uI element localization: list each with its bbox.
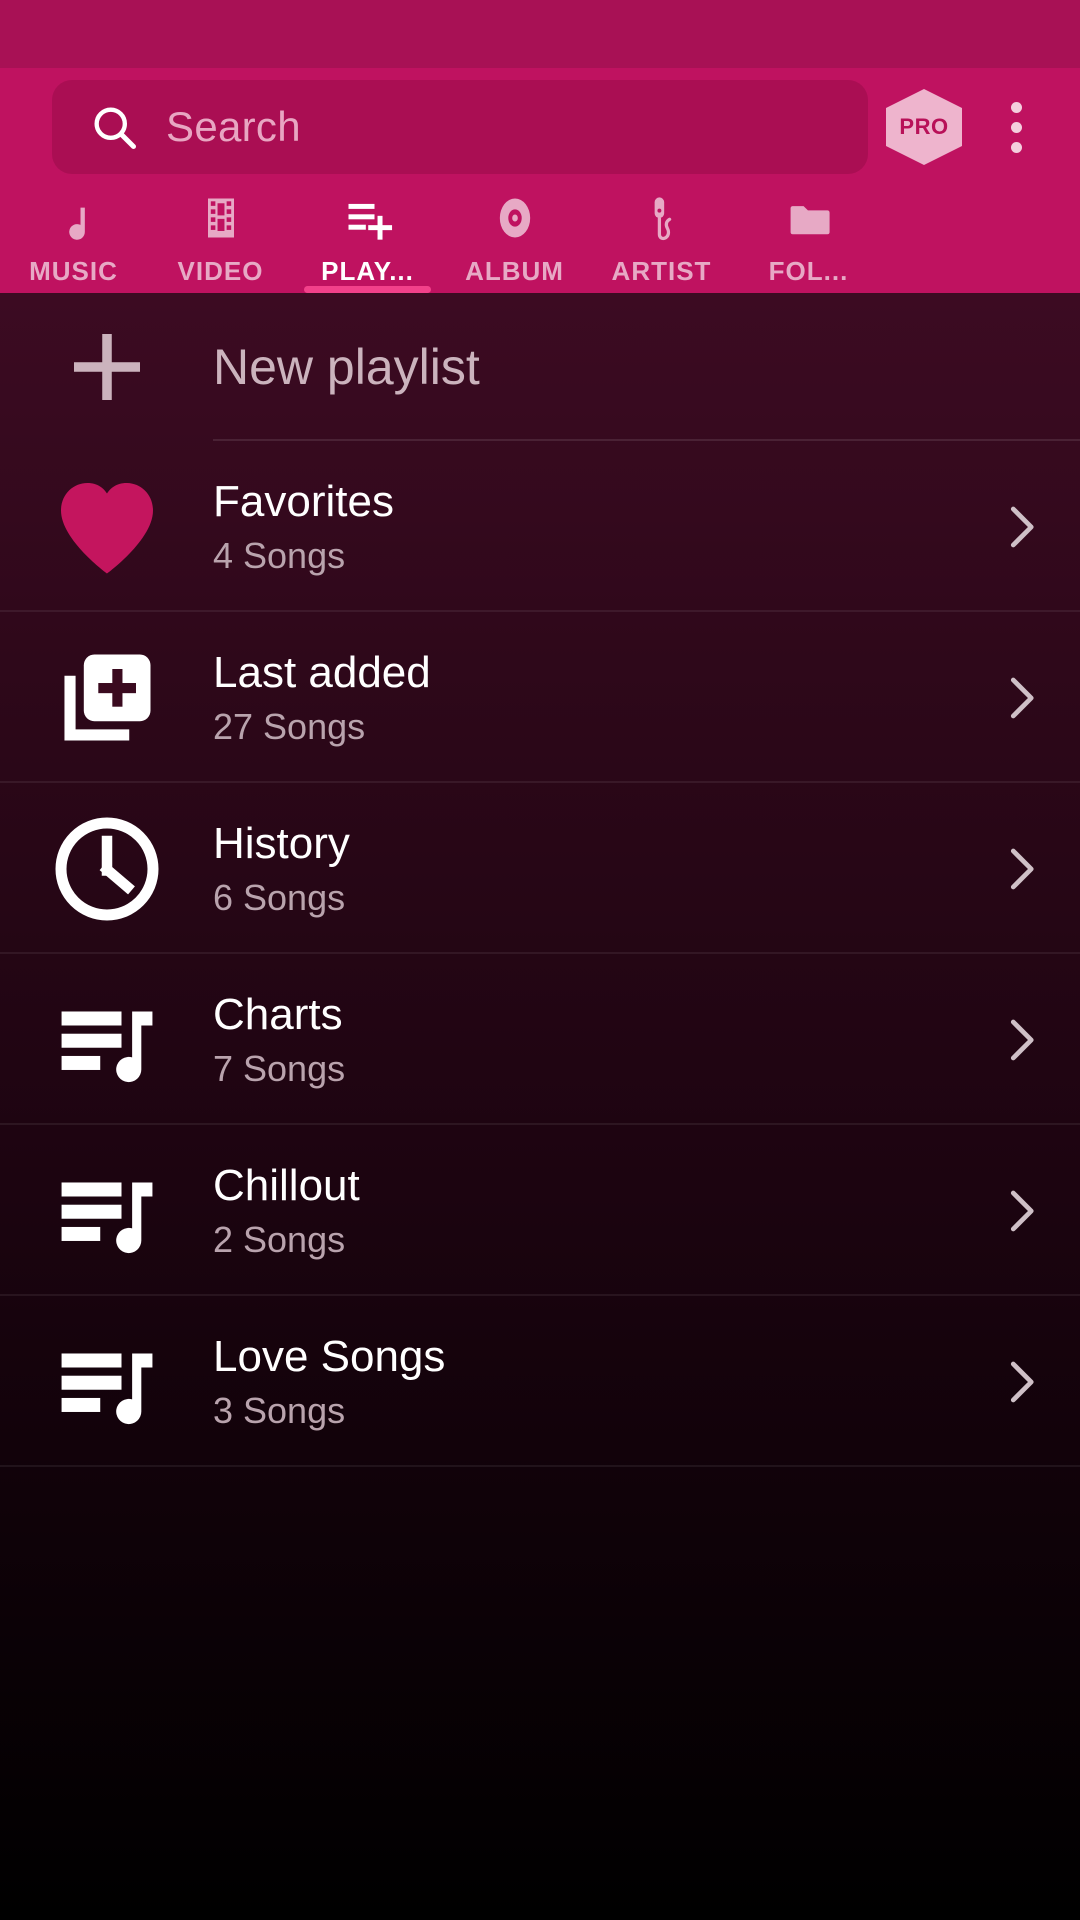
playlist-song-count: 27 Songs: [213, 705, 366, 747]
pro-badge-label: PRO: [899, 114, 949, 139]
chevron-right-icon[interactable]: [960, 500, 1080, 554]
heart-icon: [0, 467, 213, 587]
playlist-song-count: 4 Songs: [213, 534, 346, 576]
playlist-title: Favorites: [213, 476, 394, 526]
new-playlist-label: New playlist: [213, 339, 480, 395]
playlist-row-love-songs[interactable]: Love Songs 3 Songs: [0, 1296, 1080, 1467]
playlist-add-icon: [340, 190, 396, 246]
search-placeholder: Search: [166, 103, 301, 150]
playlist-text: Favorites 4 Songs: [213, 476, 960, 576]
tab-album[interactable]: ALBUM: [441, 186, 588, 293]
queue-music-icon: [0, 1324, 213, 1440]
playlist-song-count: 7 Songs: [213, 1047, 346, 1089]
pro-badge-button[interactable]: PRO: [886, 89, 962, 165]
app-screen: Search PRO MUSIC VIDEO PLAY... ALBUM ART…: [0, 0, 1080, 1920]
chevron-right-icon[interactable]: [960, 1013, 1080, 1067]
queue-music-icon: [0, 982, 213, 1098]
playlist-list: New playlist Favorites 4 Songs Last adde…: [0, 293, 1080, 1920]
playlist-title: Love Songs: [213, 1331, 446, 1381]
playlist-row-charts[interactable]: Charts 7 Songs: [0, 954, 1080, 1125]
playlist-text: History 6 Songs: [213, 818, 960, 918]
more-vertical-icon[interactable]: [978, 87, 1054, 167]
music-note-icon: [46, 190, 102, 246]
search-icon: [88, 101, 140, 153]
playlist-row-favorites[interactable]: Favorites 4 Songs: [0, 441, 1080, 612]
dot: [1010, 121, 1022, 133]
library-add-icon: [0, 640, 213, 756]
film-strip-icon: [193, 190, 249, 246]
playlist-song-count: 3 Songs: [213, 1389, 346, 1431]
tab-label: ARTIST: [611, 256, 712, 286]
vinyl-disc-icon: [487, 190, 543, 246]
tab-playlist[interactable]: PLAY...: [294, 186, 441, 293]
playlist-title: Chillout: [213, 1160, 360, 1210]
chevron-right-icon[interactable]: [960, 671, 1080, 725]
search-row: Search PRO: [0, 68, 1080, 186]
chevron-right-icon[interactable]: [960, 1184, 1080, 1238]
playlist-song-count: 2 Songs: [213, 1218, 346, 1260]
playlist-title: Charts: [213, 989, 343, 1039]
playlist-title: History: [213, 818, 350, 868]
tab-label: VIDEO: [177, 256, 264, 286]
tab-video[interactable]: VIDEO: [147, 186, 294, 293]
plus-icon: [0, 323, 213, 411]
playlist-row-history[interactable]: History 6 Songs: [0, 783, 1080, 954]
app-bar: Search PRO MUSIC VIDEO PLAY... ALBUM ART…: [0, 68, 1080, 293]
new-playlist-row[interactable]: New playlist: [0, 293, 1080, 441]
playlist-text: Love Songs 3 Songs: [213, 1331, 960, 1431]
tab-label: ALBUM: [465, 256, 564, 286]
microphone-icon: [634, 190, 690, 246]
playlist-text: Last added 27 Songs: [213, 647, 960, 747]
tab-artist[interactable]: ARTIST: [588, 186, 735, 293]
playlist-song-count: 6 Songs: [213, 876, 346, 918]
status-bar: [0, 0, 1080, 68]
tab-label: PLAY...: [321, 256, 414, 286]
playlist-title: Last added: [213, 647, 431, 697]
tab-folder[interactable]: FOL...: [735, 186, 882, 293]
playlist-row-last-added[interactable]: Last added 27 Songs: [0, 612, 1080, 783]
playlist-row-chillout[interactable]: Chillout 2 Songs: [0, 1125, 1080, 1296]
playlist-text: Charts 7 Songs: [213, 989, 960, 1089]
dot: [1010, 101, 1022, 113]
divider: [0, 1465, 1080, 1467]
tab-label: FOL...: [768, 256, 849, 286]
search-input[interactable]: Search: [52, 80, 868, 174]
chevron-right-icon[interactable]: [960, 842, 1080, 896]
tab-bar: MUSIC VIDEO PLAY... ALBUM ARTIST FOL...: [0, 186, 1080, 293]
folder-icon: [781, 190, 837, 246]
active-tab-indicator: [304, 286, 431, 293]
chevron-right-icon[interactable]: [960, 1355, 1080, 1409]
playlist-text: Chillout 2 Songs: [213, 1160, 960, 1260]
queue-music-icon: [0, 1153, 213, 1269]
dot: [1010, 141, 1022, 153]
clock-icon: [0, 809, 213, 929]
tab-music[interactable]: MUSIC: [0, 186, 147, 293]
tab-label: MUSIC: [29, 256, 118, 286]
